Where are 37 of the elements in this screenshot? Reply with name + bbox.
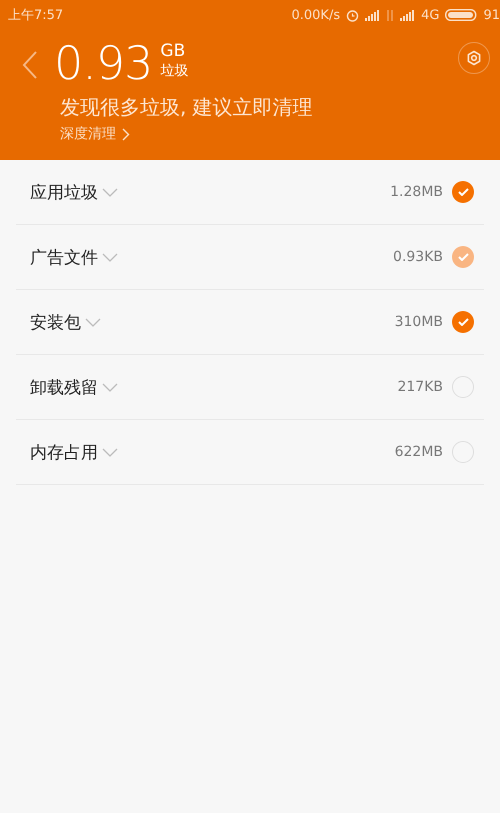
network-type: 4G (421, 8, 440, 22)
settings-icon (465, 49, 483, 67)
checkbox[interactable] (452, 376, 474, 398)
size-label: 622MB (394, 444, 443, 460)
size-label: 0.93KB (393, 249, 443, 265)
checkbox[interactable] (452, 441, 474, 463)
category-dropdown[interactable]: 安装包 (30, 310, 101, 334)
check-icon (458, 318, 468, 326)
status-time: 上午7:57 (8, 7, 64, 24)
chevron-down-icon (102, 382, 118, 392)
category-dropdown[interactable]: 内存占用 (30, 440, 118, 464)
category-dropdown[interactable]: 应用垃圾 (30, 180, 118, 204)
network-speed: 0.00K/s (291, 8, 340, 22)
battery-level: 91 (483, 8, 500, 22)
chevron-down-icon (102, 448, 118, 456)
chevron-down-icon (102, 188, 118, 196)
junk-message: 发现很多垃圾, 建议立即清理 (60, 94, 314, 121)
category-dropdown[interactable]: 卸载残留 (30, 376, 118, 398)
settings-button[interactable] (458, 42, 490, 74)
size-label: 310MB (394, 314, 443, 330)
checkbox[interactable] (452, 311, 474, 333)
alarm-icon (346, 8, 360, 22)
battery-icon (445, 9, 478, 21)
signal-icon (365, 10, 380, 20)
data-transfer-icon (386, 10, 394, 20)
signal-icon (400, 10, 416, 20)
size-label: 1.28MB (390, 184, 443, 200)
chevron-icon (122, 128, 130, 140)
junk-label: 垃圾 (160, 62, 188, 80)
junk-amount: 0.93 (54, 40, 152, 86)
checkbox[interactable] (452, 181, 474, 203)
unit-label: GB (160, 40, 186, 62)
chevron-down-icon (102, 252, 118, 262)
check-icon (458, 253, 468, 261)
check-icon (458, 188, 468, 196)
size-label: 217KB (397, 379, 443, 395)
chevron-down-icon (85, 318, 101, 326)
